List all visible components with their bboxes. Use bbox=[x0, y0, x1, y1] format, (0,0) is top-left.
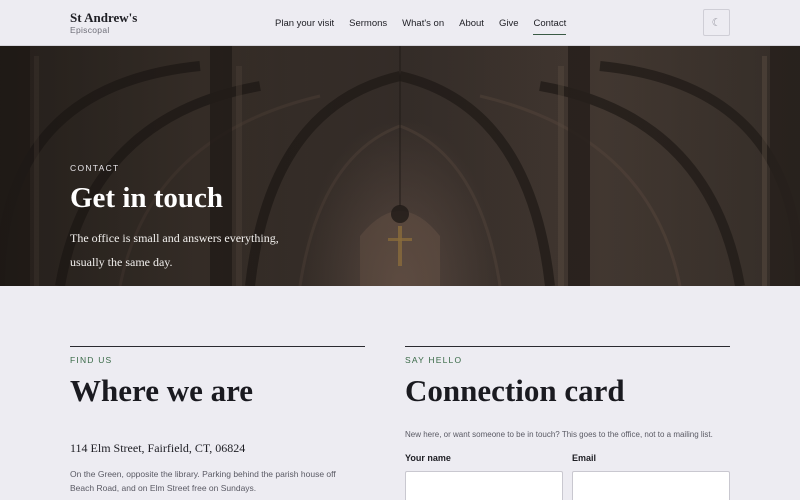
nav-item-sermons[interactable]: Sermons bbox=[349, 18, 387, 35]
email-field[interactable] bbox=[572, 471, 730, 500]
main-nav: Plan your visit Sermons What's on About … bbox=[275, 18, 581, 35]
connection-card-divider bbox=[405, 346, 730, 347]
nav-item-whats-on[interactable]: What's on bbox=[402, 18, 444, 35]
directions-text: On the Green, opposite the library. Park… bbox=[70, 469, 336, 493]
hero-description: The office is small and answers everythi… bbox=[70, 231, 279, 269]
brand-subtitle: Episcopal bbox=[70, 25, 110, 35]
email-field-label: Email bbox=[572, 453, 597, 463]
moon-icon: ☾ bbox=[711, 17, 722, 29]
site-header: St Andrew's Episcopal Plan your visit Se… bbox=[0, 0, 800, 46]
hero-banner: CONTACT Get in touch The office is small… bbox=[0, 46, 800, 286]
church-address: 114 Elm Street, Fairfield, CT, 06824 bbox=[70, 441, 246, 455]
hero-eyebrow: CONTACT bbox=[70, 163, 120, 173]
page-title: Get in touch bbox=[70, 182, 224, 214]
nav-item-give[interactable]: Give bbox=[499, 18, 519, 35]
connection-card-eyebrow: SAY HELLO bbox=[405, 355, 463, 365]
connection-card-intro: New here, or want someone to be in touch… bbox=[405, 430, 713, 439]
brand-name[interactable]: St Andrew's bbox=[70, 10, 137, 26]
nav-item-about[interactable]: About bbox=[459, 18, 484, 35]
nav-item-plan-your-visit[interactable]: Plan your visit bbox=[275, 18, 334, 35]
connection-card-title: Connection card bbox=[405, 373, 625, 408]
find-us-eyebrow: FIND US bbox=[70, 355, 113, 365]
name-field-label: Your name bbox=[405, 453, 451, 463]
nav-item-contact[interactable]: Contact bbox=[533, 18, 566, 35]
name-field[interactable] bbox=[405, 471, 563, 500]
find-us-divider bbox=[70, 346, 365, 347]
find-us-title: Where we are bbox=[70, 373, 254, 408]
theme-toggle-button[interactable]: ☾ bbox=[703, 9, 730, 36]
